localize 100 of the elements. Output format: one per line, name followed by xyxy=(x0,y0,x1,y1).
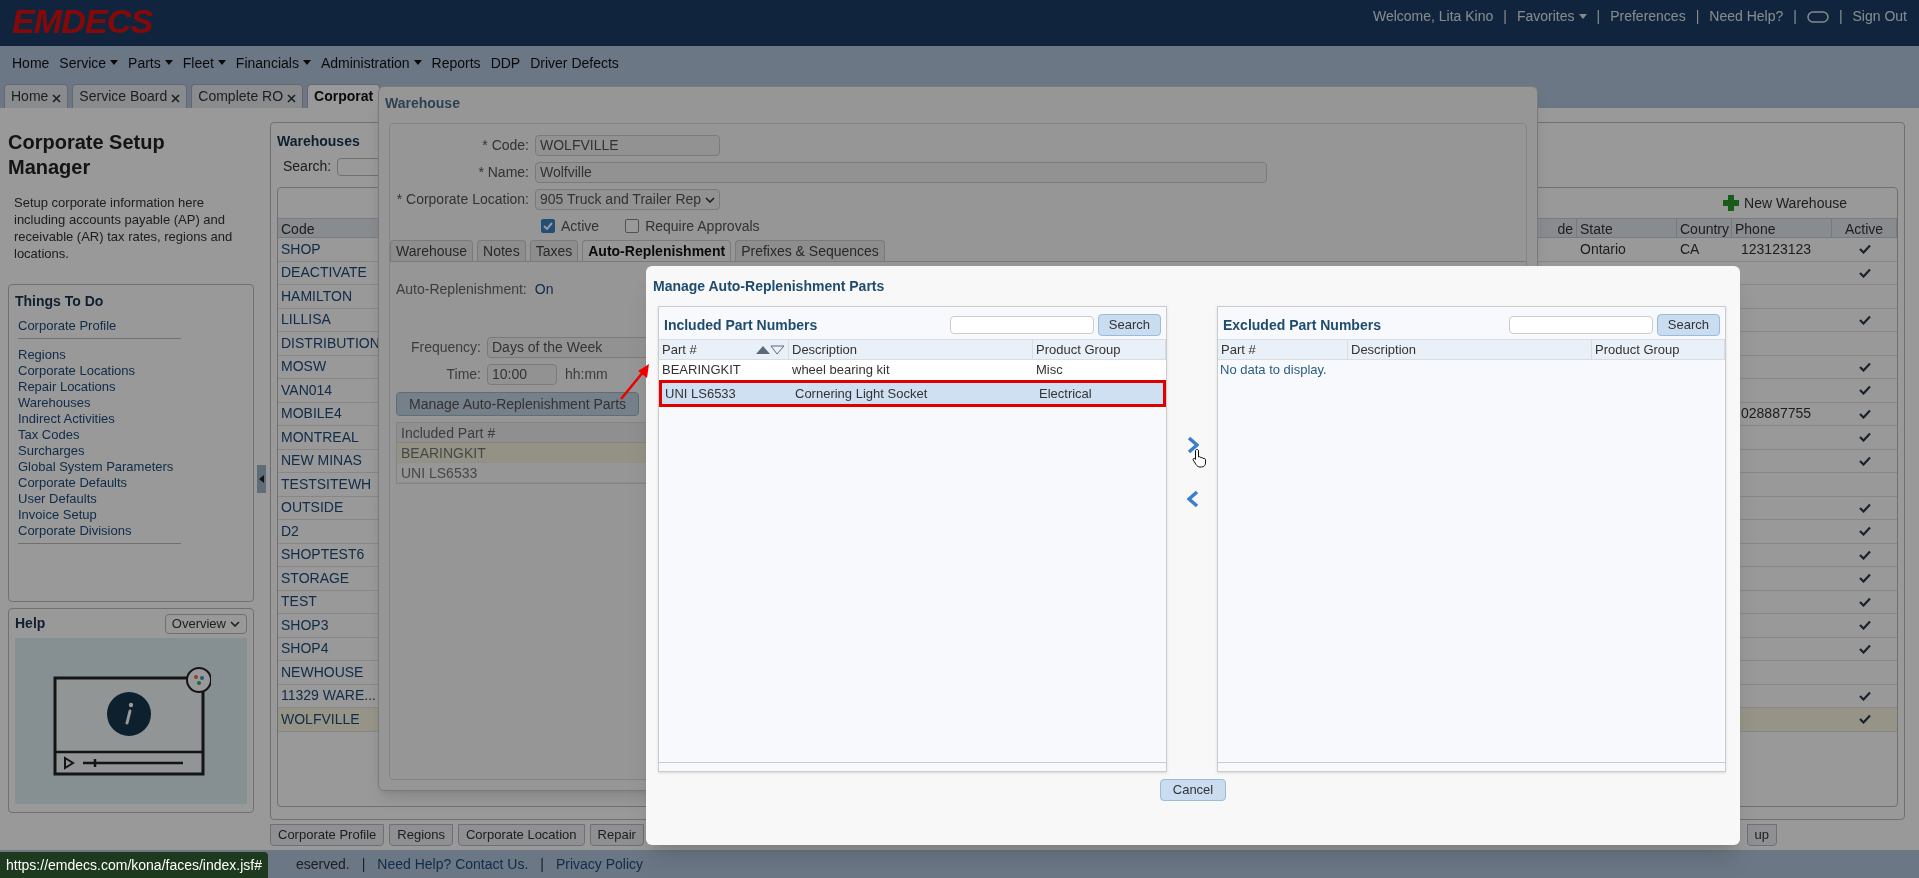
nav-link[interactable]: Surcharges xyxy=(18,443,181,459)
dialog-tab[interactable]: Notes xyxy=(477,240,526,261)
page-tab[interactable]: Service Board xyxy=(72,84,188,108)
footer-link[interactable]: Need Help? Contact Us. xyxy=(377,853,529,875)
page-tab[interactable]: Home xyxy=(4,84,69,108)
table-cell-text: MOSW xyxy=(280,357,328,377)
header-link[interactable]: Need Help? xyxy=(1709,6,1784,27)
menu-item[interactable]: Driver Defects xyxy=(530,52,619,74)
bottom-tab[interactable]: up xyxy=(1746,824,1777,846)
welcome-text: Welcome, Lita Kino xyxy=(1372,7,1494,26)
checkbox[interactable] xyxy=(541,219,555,233)
table-cell-text: SHOP4 xyxy=(280,639,330,659)
header-link[interactable]: Preferences xyxy=(1610,6,1686,27)
table-cell-text: MONTREAL xyxy=(280,427,360,447)
table-row[interactable]: BEARINGKIT wheel bearing kit Misc xyxy=(659,360,1166,381)
help-video-drawing[interactable] xyxy=(51,666,211,776)
field-label: Frequency: xyxy=(409,337,482,357)
nav-link[interactable]: Corporate Divisions xyxy=(18,523,181,539)
caret-icon xyxy=(1578,13,1587,19)
nav-link[interactable]: Indirect Activities xyxy=(18,411,181,427)
close-icon[interactable] xyxy=(287,94,297,103)
menu-item[interactable]: Fleet xyxy=(182,52,226,74)
input-field[interactable]: 10:00 xyxy=(487,363,557,385)
nav-link[interactable]: Invoice Setup xyxy=(18,507,181,523)
table-cell-text: DISTRIBUTION xyxy=(280,333,381,353)
table-cell-text: SHOPTEST6 xyxy=(280,545,366,565)
footer-link[interactable]: Privacy Policy xyxy=(555,853,644,875)
column-header: State xyxy=(1577,219,1677,237)
search-field[interactable] xyxy=(949,316,1094,334)
page-tab[interactable]: Complete RO xyxy=(191,84,304,108)
close-icon[interactable] xyxy=(52,94,62,103)
hint-text: hh:mm xyxy=(565,364,608,384)
input-field[interactable]: Wolfville xyxy=(535,162,1267,183)
menu-item[interactable]: Service xyxy=(59,52,119,74)
table-cell-text: SHOP xyxy=(280,239,322,259)
caret-icon xyxy=(164,59,173,65)
table-row[interactable]: UNI LS6533 Cornering Light Socket Electrical xyxy=(662,383,1163,404)
dialog-tab[interactable]: Warehouse xyxy=(390,240,474,261)
checkbox[interactable] xyxy=(625,219,640,233)
menu-item[interactable]: DDP xyxy=(490,52,521,74)
search-button[interactable]: Search xyxy=(1656,314,1720,336)
separator: | xyxy=(1792,7,1798,26)
caret-icon xyxy=(302,59,311,65)
nav-link[interactable]: Corporate Defaults xyxy=(18,475,181,491)
dialog-tab[interactable]: Prefixes & Sequences xyxy=(735,240,885,261)
dialog-tab[interactable]: Taxes xyxy=(529,240,579,261)
bottom-tab[interactable]: Corporate Location xyxy=(458,824,585,846)
favorites-menu[interactable]: Favorites xyxy=(1516,6,1587,27)
field-label: Time: xyxy=(445,364,482,384)
collapse-handle[interactable] xyxy=(257,465,266,493)
manage-parts-button[interactable]: Manage Auto-Replenishment Parts xyxy=(396,392,640,416)
page-tab[interactable]: Corporat xyxy=(307,84,381,108)
empty-message: No data to display. xyxy=(1219,361,1328,379)
cancel-button[interactable]: Cancel xyxy=(1159,779,1227,801)
nav-link[interactable]: Warehouses xyxy=(18,395,181,411)
caret-left-icon xyxy=(259,475,264,483)
move-right-button[interactable] xyxy=(1187,436,1199,454)
search-button[interactable]: Search xyxy=(1097,314,1161,336)
hand-cursor-icon xyxy=(1192,448,1208,468)
table-cell-text: 123123123 xyxy=(1740,239,1813,259)
help-select[interactable]: Overview xyxy=(164,613,247,634)
modal-title: Manage Auto-Replenishment Parts xyxy=(652,277,886,296)
column-header: Product Group xyxy=(1036,341,1121,359)
separator: | xyxy=(1502,7,1508,26)
bottom-tab[interactable]: Corporate Profile xyxy=(270,824,385,846)
header-link[interactable]: Sign Out xyxy=(1852,6,1907,27)
chevron-down-icon xyxy=(705,196,715,203)
column-header: Phone xyxy=(1732,219,1832,237)
dialog-tab[interactable]: Auto-Replenishment xyxy=(582,240,732,261)
menu-item[interactable]: Parts xyxy=(128,52,173,74)
new-warehouse-button[interactable]: New Warehouse xyxy=(1722,188,1897,218)
input-field[interactable]: WOLFVILLE xyxy=(535,135,720,156)
close-icon[interactable] xyxy=(171,94,181,103)
bottom-tab[interactable]: Repair xyxy=(589,824,644,846)
menu-item[interactable]: Home xyxy=(12,52,50,74)
nav-link[interactable]: Tax Codes xyxy=(18,427,181,443)
panel-title: Help xyxy=(15,614,46,633)
separator: | xyxy=(1837,7,1844,26)
move-left-button[interactable] xyxy=(1187,490,1199,508)
caret-icon xyxy=(217,59,226,65)
input-field[interactable]: 905 Truck and Trailer Rep xyxy=(535,189,720,210)
menu-item[interactable]: Administration xyxy=(320,52,422,74)
nav-link[interactable]: User Defaults xyxy=(18,491,181,507)
nav-link[interactable]: Regions xyxy=(18,347,181,363)
menu-item[interactable]: Financials xyxy=(235,52,311,74)
description-text: Setup corporate information here including accounts payable (AP) and receivable (AR) tax rates, regions and locations. xyxy=(13,194,234,262)
toggle-icon[interactable] xyxy=(1806,10,1829,23)
panel-title: Warehouses xyxy=(277,132,360,151)
nav-link[interactable]: Corporate Profile xyxy=(18,318,181,334)
menu-item[interactable]: Reports xyxy=(431,52,481,74)
table-cell-text: D2 xyxy=(280,521,300,541)
nav-link[interactable]: Corporate Locations xyxy=(18,363,181,379)
logo: EMDECS xyxy=(12,4,153,38)
bottom-tab[interactable]: Regions xyxy=(389,824,453,846)
column-header: Description xyxy=(1351,341,1417,359)
search-field[interactable] xyxy=(1508,316,1653,334)
table-cell-text: 028887755 xyxy=(1740,404,1813,424)
sort-icon[interactable] xyxy=(755,344,785,355)
nav-link[interactable]: Repair Locations xyxy=(18,379,181,395)
nav-link[interactable]: Global System Parameters xyxy=(18,459,181,475)
